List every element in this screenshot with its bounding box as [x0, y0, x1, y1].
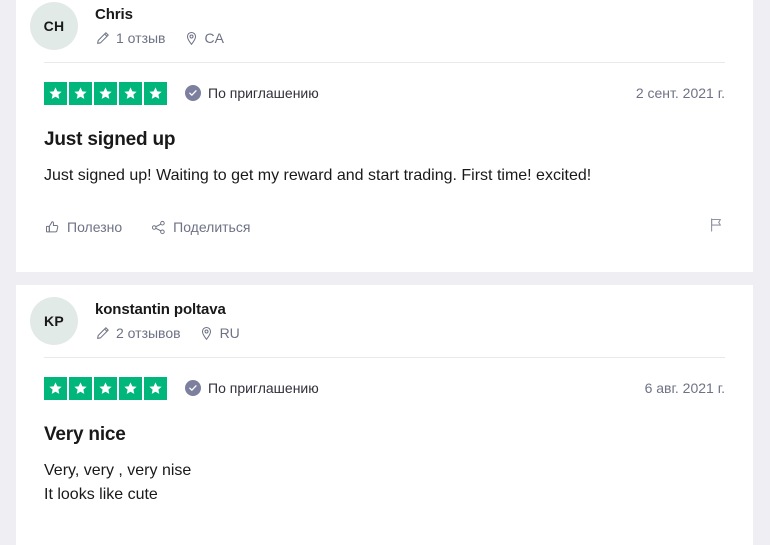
- share-label: Поделиться: [173, 219, 251, 235]
- star-rating: [44, 81, 167, 105]
- consumer-meta: 1 отзыв CA: [95, 30, 224, 46]
- review-card: CH Chris 1 отзыв CA По приглашению 2 сен…: [16, 0, 753, 272]
- consumer-reviews-count-label: 1 отзыв: [116, 30, 166, 46]
- consumer-meta: 2 отзывов RU: [95, 325, 240, 341]
- review-title[interactable]: Just signed up: [44, 128, 725, 152]
- useful-label: Полезно: [67, 219, 123, 235]
- verified-check-icon: [185, 380, 201, 396]
- review-text: Just signed up! Waiting to get my reward…: [44, 167, 592, 184]
- card-divider: [44, 62, 725, 63]
- verified-badge-group: По приглашению: [185, 85, 319, 101]
- avatar: CH: [30, 2, 78, 50]
- reviews-page: CH Chris 1 отзыв CA По приглашению 2 сен…: [0, 0, 770, 545]
- star-icon: [94, 81, 117, 105]
- rating-row: По приглашению 6 авг. 2021 г.: [44, 365, 725, 411]
- verified-label: По приглашению: [208, 380, 319, 396]
- consumer-reviews-count: 2 отзывов: [95, 325, 181, 341]
- pencil-icon: [95, 326, 110, 341]
- review-actions: Полезно Поделиться: [44, 214, 725, 240]
- star-icon: [144, 81, 167, 105]
- consumer-name[interactable]: Chris: [95, 6, 224, 24]
- flag-icon: [708, 217, 724, 238]
- review-card: KP konstantin poltava 2 отзывов RU По пр…: [16, 285, 753, 545]
- verified-label: По приглашению: [208, 85, 319, 101]
- star-icon: [69, 376, 92, 400]
- review-content: По приглашению 6 авг. 2021 г. Very nice …: [16, 365, 753, 507]
- star-icon: [94, 376, 117, 400]
- consumer-info: Chris 1 отзыв CA: [95, 6, 224, 46]
- verified-badge-group: По приглашению: [185, 380, 319, 396]
- avatar: KP: [30, 297, 78, 345]
- consumer-header[interactable]: KP konstantin poltava 2 отзывов RU: [16, 285, 753, 357]
- pencil-icon: [95, 31, 110, 46]
- review-date: 2 сент. 2021 г.: [635, 85, 725, 101]
- rating-row: По приглашению 2 сент. 2021 г.: [44, 70, 725, 116]
- star-icon: [44, 376, 67, 400]
- share-button[interactable]: Поделиться: [150, 219, 250, 235]
- consumer-reviews-count: 1 отзыв: [95, 30, 166, 46]
- star-rating: [44, 376, 167, 400]
- share-icon: [150, 219, 166, 235]
- consumer-location: RU: [199, 325, 240, 341]
- star-icon: [119, 376, 142, 400]
- consumer-location: CA: [184, 30, 224, 46]
- star-icon: [119, 81, 142, 105]
- thumbs-up-icon: [44, 219, 60, 235]
- review-title[interactable]: Very nice: [44, 423, 725, 447]
- consumer-header[interactable]: CH Chris 1 отзыв CA: [16, 0, 753, 62]
- consumer-name[interactable]: konstantin poltava: [95, 301, 240, 319]
- report-button[interactable]: [707, 217, 725, 238]
- map-pin-icon: [199, 326, 214, 341]
- consumer-info: konstantin poltava 2 отзывов RU: [95, 301, 240, 341]
- consumer-location-label: RU: [219, 325, 240, 341]
- star-icon: [69, 81, 92, 105]
- review-text: Very, very , very nise It looks like cut…: [44, 462, 192, 503]
- star-icon: [144, 376, 167, 400]
- consumer-reviews-count-label: 2 отзывов: [116, 325, 181, 341]
- review-content: По приглашению 2 сент. 2021 г. Just sign…: [16, 70, 753, 240]
- useful-button[interactable]: Полезно: [44, 219, 122, 235]
- card-divider: [44, 357, 725, 358]
- review-date: 6 авг. 2021 г.: [644, 380, 725, 396]
- consumer-location-label: CA: [204, 30, 224, 46]
- star-icon: [44, 81, 67, 105]
- map-pin-icon: [184, 31, 199, 46]
- verified-check-icon: [185, 85, 201, 101]
